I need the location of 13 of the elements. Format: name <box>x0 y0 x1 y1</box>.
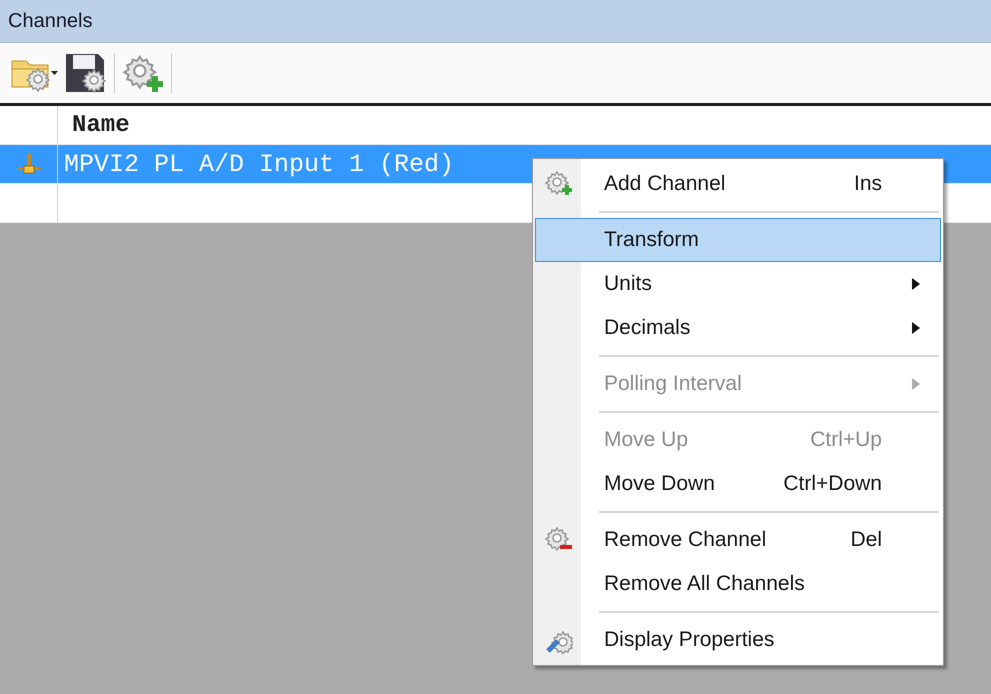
panel-title: Channels <box>8 10 93 32</box>
menu-item[interactable]: Remove Channel Del <box>535 518 941 562</box>
menu-item[interactable]: Remove All Channels <box>535 562 941 606</box>
channel-name: MPVI2 PL A/D Input 1 (Red) <box>63 148 454 180</box>
menu-item[interactable]: Transform <box>535 218 941 262</box>
menu-item[interactable]: Move Down Ctrl+Down <box>535 462 941 506</box>
menu-item[interactable]: Display Properties <box>535 618 941 662</box>
column-header[interactable]: Name <box>58 106 130 144</box>
menu-item[interactable]: Units <box>535 262 941 306</box>
gear-remove-icon <box>545 526 573 554</box>
menu-item[interactable]: Decimals <box>535 306 941 350</box>
save-config-button[interactable] <box>64 51 108 95</box>
gear-add-icon <box>545 170 573 198</box>
